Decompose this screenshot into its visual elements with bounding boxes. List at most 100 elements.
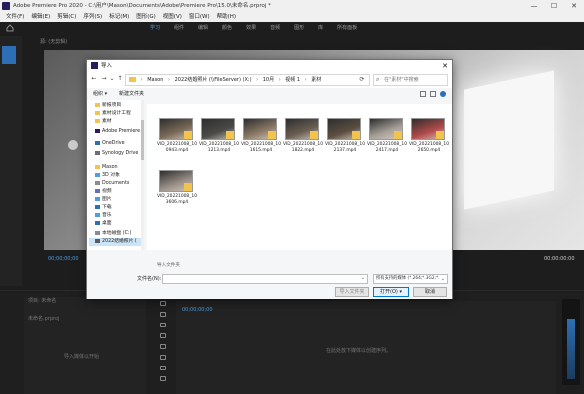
cancel-button[interactable]: 取消 (413, 287, 447, 297)
file-item[interactable]: VID_20221008_101615.mp4 (241, 118, 281, 168)
folder-icon (129, 77, 136, 82)
workspace-tab-audio[interactable]: 音频 (270, 22, 280, 34)
path-breadcrumb[interactable]: › Mason › 2022结婚照片 (\\FileServer) (X:) ›… (125, 74, 370, 86)
ripple-edit-tool-icon[interactable] (160, 322, 166, 328)
workspace-tab-color[interactable]: 颜色 (222, 22, 232, 34)
workspace-tab-editing[interactable]: 编辑 (198, 22, 208, 34)
nav-item[interactable]: 素材设计工程 (95, 110, 131, 118)
nav-item[interactable]: 音乐 (95, 212, 112, 220)
import-folder-button[interactable]: 导入文件夹 (335, 287, 369, 297)
file-item[interactable]: VID_20221008_101822.mp4 (283, 118, 323, 168)
file-item[interactable]: VID_20221008_102417.mp4 (367, 118, 407, 168)
workspace-tabs: 学习 组件 编辑 颜色 效果 音频 图形 库 所有面板 (150, 22, 371, 34)
open-button[interactable]: 打开(O) ▾ (373, 287, 409, 297)
lamp-shape (68, 140, 78, 150)
file-item[interactable]: VID_20221008_102137.mp4 (325, 118, 365, 168)
new-folder-button[interactable]: 新建文件夹 (119, 88, 144, 100)
workspace-tab-learn[interactable]: 学习 (150, 22, 160, 34)
maximize-button[interactable]: ☐ (544, 0, 564, 12)
chevron-down-icon[interactable]: ⌄ (441, 275, 445, 283)
nav-item[interactable]: 本地磁盘 (C:) (95, 230, 131, 238)
breadcrumb-month[interactable]: 10月 (263, 77, 274, 83)
close-button[interactable]: ✕ (564, 0, 584, 12)
menu-edit[interactable]: 编辑(E) (31, 12, 50, 22)
source-timecode[interactable]: 00;00;00;00 (48, 256, 79, 262)
nav-item[interactable]: Mason (95, 164, 118, 172)
timeline-timecode[interactable]: 00;00;00;00 (182, 307, 213, 313)
organize-button[interactable]: 组织 ▾ (93, 88, 107, 100)
chevron-down-icon[interactable]: ⌄ (361, 275, 365, 281)
menu-graphics[interactable]: 图形(G) (136, 12, 156, 22)
refresh-icon[interactable]: ⟳ (355, 74, 369, 86)
filetype-select[interactable]: 所有支持的媒体 (*.264;*.3G2;*. ⌄ (373, 274, 448, 284)
nav-scrollbar-thumb[interactable] (141, 120, 144, 160)
project-panel[interactable]: 项目: 未命名 未命名.prproj 导入媒体以开始 (24, 297, 146, 394)
file-item[interactable]: VID_20221008_103606.mp4 (157, 170, 197, 220)
workspace-tab-effects[interactable]: 效果 (246, 22, 256, 34)
menu-markers[interactable]: 标记(M) (109, 12, 129, 22)
premiere-file-badge-icon (352, 131, 360, 139)
menu-clip[interactable]: 剪辑(C) (57, 12, 76, 22)
premiere-icon (95, 128, 100, 133)
nav-item[interactable]: 下载 (95, 204, 112, 212)
up-arrow-icon[interactable]: ↑ (115, 75, 125, 82)
nav-item[interactable]: Synology Drive (95, 150, 138, 158)
workspace-tab-libraries[interactable]: 库 (318, 22, 323, 34)
breadcrumb-separator: › (304, 77, 307, 83)
nav-item[interactable]: Documents (95, 180, 129, 188)
track-select-tool-icon[interactable] (160, 311, 166, 317)
pen-tool-icon[interactable] (160, 354, 166, 360)
window-controls: — ☐ ✕ (524, 0, 584, 12)
program-timecode[interactable]: 00:00:00:00 (544, 256, 575, 262)
slip-tool-icon[interactable] (160, 344, 166, 349)
premiere-file-badge-icon (268, 131, 276, 139)
preview-pane-icon[interactable] (430, 91, 436, 97)
file-item[interactable]: VID_20221008_101213.mp4 (199, 118, 239, 168)
breadcrumb-material[interactable]: 素材 (311, 77, 321, 83)
workspace-tab-all-panels[interactable]: 所有面板 (337, 22, 357, 34)
nav-item-selected[interactable]: 2022结婚照片 ( (89, 238, 141, 246)
breadcrumb-video[interactable]: 视频 1 (285, 77, 300, 83)
home-icon[interactable] (6, 24, 14, 32)
menu-window[interactable]: 窗口(W) (189, 12, 210, 22)
breadcrumb-drive[interactable]: 2022结婚照片 (\\FileServer) (X:) (175, 77, 252, 83)
breadcrumb-mason[interactable]: Mason (147, 77, 163, 83)
video-thumbnail (159, 118, 193, 140)
nav-item[interactable]: 素材 (95, 118, 112, 126)
file-item[interactable]: VID_20221008_102650.mp4 (409, 118, 449, 168)
selection-tool-icon[interactable] (160, 301, 166, 306)
hand-tool-icon[interactable] (160, 365, 166, 371)
menu-sequence[interactable]: 序列(S) (83, 12, 102, 22)
nav-item[interactable]: 新报项目 (95, 102, 121, 110)
filename-input[interactable]: ⌄ (162, 274, 368, 284)
nav-item[interactable]: 视频 (95, 188, 112, 196)
workspace-tab-assembly[interactable]: 组件 (174, 22, 184, 34)
file-name: VID_20221008_100943.mp4 (157, 142, 198, 153)
nav-item[interactable]: Adobe Premiere (95, 128, 140, 136)
file-item[interactable]: VID_20221008_100943.mp4 (157, 118, 197, 168)
menu-view[interactable]: 视图(V) (163, 12, 182, 22)
nav-item[interactable]: OneDrive (95, 140, 125, 148)
picture-icon (95, 196, 100, 201)
help-icon[interactable] (440, 91, 446, 97)
nav-item[interactable]: 图片 (95, 196, 112, 204)
nav-item[interactable]: 3D 对象 (95, 172, 120, 180)
menu-file[interactable]: 文件(F) (6, 12, 24, 22)
workspace-tab-graphics[interactable]: 图形 (294, 22, 304, 34)
nav-scrollbar[interactable] (141, 100, 144, 250)
timeline-panel[interactable]: 00;00;00;00 在此处放下媒体以创建序列。 (176, 301, 556, 394)
project-panel-title[interactable]: 项目: 未命名 (28, 297, 56, 304)
minimize-button[interactable]: — (524, 0, 544, 12)
back-arrow-icon[interactable]: ← (89, 75, 99, 82)
nav-item[interactable]: 桌面 (95, 220, 112, 228)
razor-tool-icon[interactable] (160, 333, 166, 338)
learn-thumbnail[interactable] (2, 46, 16, 64)
source-monitor-tab[interactable]: 源: (无剪辑) (40, 38, 67, 45)
search-input[interactable]: ⌕ 在"素材"中搜索 (373, 74, 448, 86)
dialog-close-icon[interactable]: ✕ (442, 60, 448, 72)
desktop-icon (95, 220, 100, 225)
menu-help[interactable]: 帮助(H) (217, 12, 236, 22)
type-tool-icon[interactable] (160, 376, 166, 381)
view-options-icon[interactable] (420, 91, 426, 97)
file-name: VID_20221008_103606.mp4 (157, 194, 198, 205)
